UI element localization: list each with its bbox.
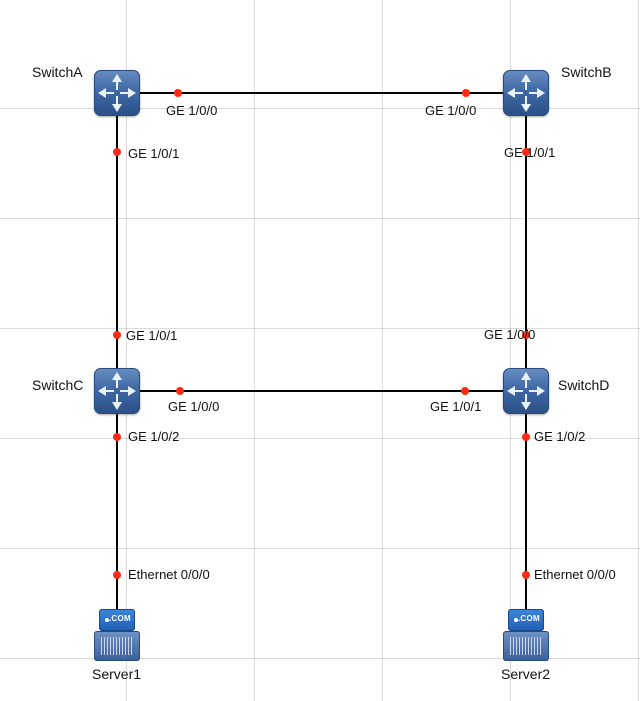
port-label: GE 1/0/1 <box>126 328 177 343</box>
server-display-icon: .COM <box>508 609 544 631</box>
server-rack-icon <box>94 631 140 661</box>
port-label: GE 1/0/2 <box>534 429 585 444</box>
edge-A-B <box>140 92 503 94</box>
port-label: GE 1/0/1 <box>128 146 179 161</box>
server-1-label: Server1 <box>92 666 141 682</box>
port-dot <box>113 331 121 339</box>
server-2: .COM <box>503 609 549 661</box>
server-display-icon: .COM <box>99 609 135 631</box>
port-label: GE 1/0/0 <box>484 327 535 342</box>
server-rack-icon <box>503 631 549 661</box>
port-label: GE 1/0/2 <box>128 429 179 444</box>
server-1: .COM <box>94 609 140 661</box>
switch-arrows-icon <box>503 70 549 116</box>
server-2-label: Server2 <box>501 666 550 682</box>
switch-D-label: SwitchD <box>558 377 609 393</box>
port-label: Ethernet 0/0/0 <box>534 567 616 582</box>
port-label: GE 1/0/0 <box>425 103 476 118</box>
port-label: GE 1/0/1 <box>430 399 481 414</box>
port-dot <box>462 89 470 97</box>
port-dot <box>522 433 530 441</box>
switch-arrows-icon <box>94 70 140 116</box>
port-dot <box>113 571 121 579</box>
switch-C-label: SwitchC <box>32 377 83 393</box>
switch-B <box>503 70 549 116</box>
switch-C <box>94 368 140 414</box>
edge-D-S2 <box>525 414 527 609</box>
switch-D <box>503 368 549 414</box>
edge-C-D <box>140 390 503 392</box>
edge-C-S1 <box>116 414 118 609</box>
port-dot <box>174 89 182 97</box>
port-dot <box>176 387 184 395</box>
switch-arrows-icon <box>94 368 140 414</box>
port-dot <box>113 433 121 441</box>
port-label: GE 1/0/0 <box>168 399 219 414</box>
port-dot <box>461 387 469 395</box>
diagram-canvas: GE 1/0/0 GE 1/0/0 GE 1/0/1 GE 1/0/1 GE 1… <box>0 0 640 701</box>
port-label: Ethernet 0/0/0 <box>128 567 210 582</box>
port-label: GE 1/0/1 <box>504 145 555 160</box>
port-dot <box>522 571 530 579</box>
switch-A-label: SwitchA <box>32 64 83 80</box>
switch-B-label: SwitchB <box>561 64 612 80</box>
port-dot <box>113 148 121 156</box>
switch-arrows-icon <box>503 368 549 414</box>
port-label: GE 1/0/0 <box>166 103 217 118</box>
switch-A <box>94 70 140 116</box>
